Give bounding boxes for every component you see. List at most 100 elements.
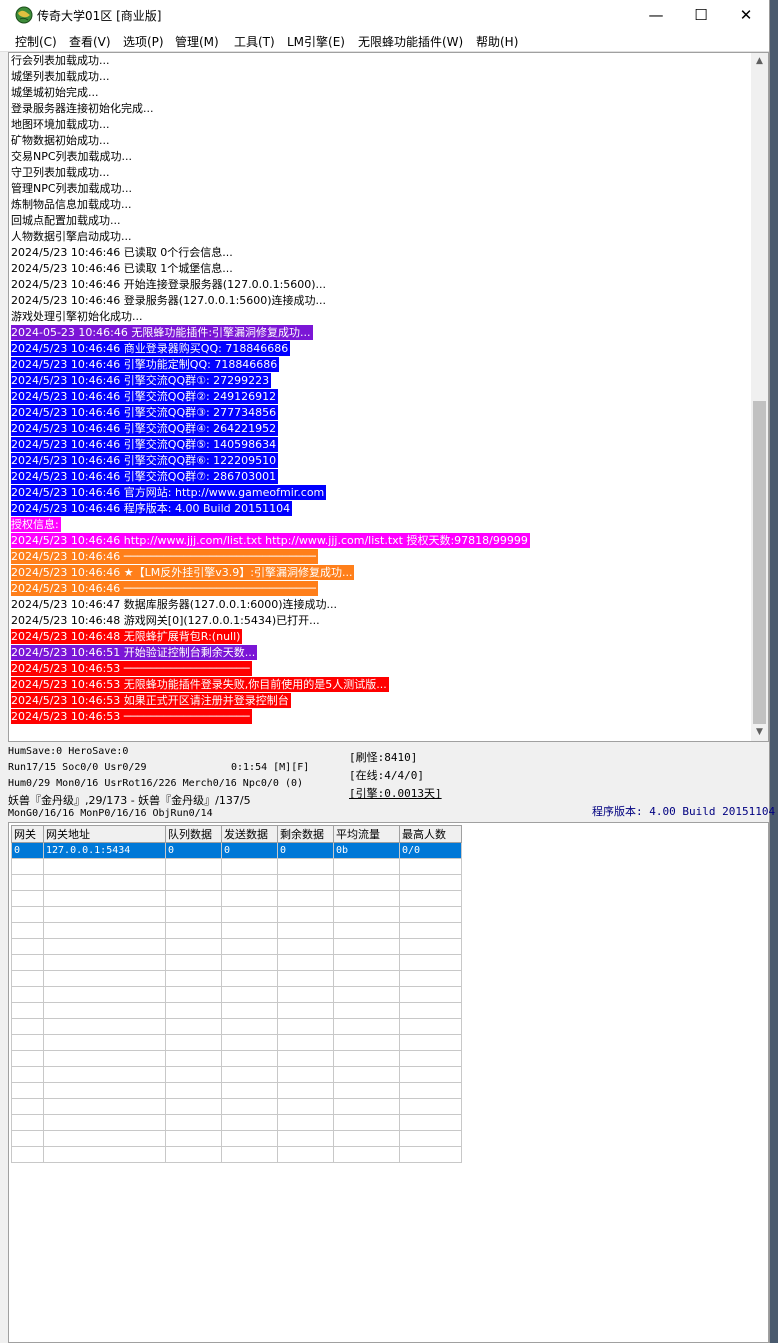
column-header[interactable]: 网关地址 [43, 825, 166, 843]
empty-row [11, 1114, 462, 1131]
title-bar[interactable]: 传奇大学01区 [商业版] — ☐ ✕ [0, 0, 769, 31]
empty-cell [165, 922, 222, 939]
log-line-text: 2024/5/23 10:46:46 引擎交流QQ群⑤: 140598634 [11, 437, 279, 452]
log-line-text: 2024/5/23 10:46:46 程序版本: 4.00 Build 2015… [11, 501, 293, 516]
empty-cell [277, 1018, 334, 1035]
empty-cell [165, 906, 222, 923]
log-line: 2024/5/23 10:46:46 官方网站: http://www.game… [11, 485, 756, 501]
log-line: 人物数据引擎启动成功... [11, 229, 756, 245]
menu-manage[interactable]: 管理(M) [175, 33, 219, 50]
log-line-text: 人物数据引擎启动成功... [11, 230, 132, 243]
log-line: 2024/5/23 10:46:53 如果正式开区请注册并登录控制台 [11, 693, 756, 709]
scroll-thumb[interactable] [753, 401, 766, 724]
empty-cell [399, 1146, 462, 1163]
log-line: 2024/5/23 10:46:46 ─────────────────────… [11, 581, 756, 597]
log-line-text: 城堡列表加载成功... [11, 70, 110, 83]
empty-cell [221, 1050, 278, 1067]
log-line: 守卫列表加载成功... [11, 165, 756, 181]
log-line-text: 2024/5/23 10:46:53 无限蜂功能插件登录失败,你目前使用的是5人… [11, 677, 389, 692]
status-run: Run17/15 Soc0/0 Usr0/29 [8, 762, 147, 773]
column-header[interactable]: 队列数据 [165, 825, 222, 843]
column-header[interactable]: 剩余数据 [277, 825, 334, 843]
empty-cell [165, 986, 222, 1003]
menu-tools[interactable]: 工具(T) [234, 33, 275, 50]
empty-row [11, 1050, 462, 1067]
empty-cell [43, 1018, 166, 1035]
empty-cell [43, 1146, 166, 1163]
empty-cell [277, 1034, 334, 1051]
menu-options[interactable]: 选项(P) [123, 33, 164, 50]
log-line-text: 2024/5/23 10:46:46 ─────────────────────… [11, 549, 318, 564]
empty-cell [165, 1114, 222, 1131]
gateway-header-row: 网关 网关地址 队列数据 发送数据 剩余数据 平均流量 最高人数 [11, 825, 462, 843]
close-button[interactable]: ✕ [723, 0, 769, 31]
empty-cell [11, 890, 44, 907]
empty-cell [11, 970, 44, 987]
status-time: 0:1:54 [M][F] [231, 762, 310, 773]
empty-row [11, 986, 462, 1003]
log-scrollbar[interactable]: ▲ ▼ [751, 53, 768, 741]
log-line: 2024/5/23 10:46:46 引擎功能定制QQ: 718846686 [11, 357, 756, 373]
log-line-text: 交易NPC列表加载成功... [11, 150, 133, 163]
log-line-text: 2024/5/23 10:46:53 ─────────────────── [11, 709, 252, 724]
log-line-text: 2024/5/23 10:46:46 引擎交流QQ群⑥: 122209510 [11, 453, 279, 468]
log-line-text: 地图环境加载成功... [11, 118, 110, 131]
scroll-up-arrow-icon[interactable]: ▲ [751, 53, 768, 70]
gateway-cell: 0 [11, 842, 44, 859]
column-header[interactable]: 最高人数 [399, 825, 462, 843]
empty-cell [11, 986, 44, 1003]
empty-cell [43, 938, 166, 955]
empty-cell [399, 1130, 462, 1147]
empty-cell [399, 1082, 462, 1099]
empty-cell [11, 922, 44, 939]
log-line: 2024/5/23 10:46:46 商业登录器购买QQ: 718846686 [11, 341, 756, 357]
menu-view[interactable]: 查看(V) [69, 33, 111, 50]
column-header[interactable]: 网关 [11, 825, 44, 843]
empty-cell [333, 1066, 400, 1083]
empty-cell [277, 1066, 334, 1083]
status-refresh: [刷怪:8410] [349, 751, 418, 764]
log-line-text: 2024/5/23 10:46:48 游戏网关[0](127.0.0.1:543… [11, 614, 320, 627]
gateway-grid[interactable]: 网关 网关地址 队列数据 发送数据 剩余数据 平均流量 最高人数 0 127.0.0.1:54… [8, 822, 769, 1343]
menu-help[interactable]: 帮助(H) [476, 33, 518, 50]
scroll-down-arrow-icon[interactable]: ▼ [751, 724, 768, 741]
empty-cell [165, 1050, 222, 1067]
minimize-button[interactable]: — [633, 0, 679, 31]
log-textarea[interactable]: 行会列表加载成功... 城堡列表加载成功... 城堡城初始完成... 登录服务器连接初… [8, 52, 769, 742]
empty-cell [221, 1018, 278, 1035]
empty-cell [221, 922, 278, 939]
app-globe-icon [15, 6, 33, 24]
empty-cell [399, 922, 462, 939]
status-version: 程序版本: 4.00 Build 20151104 [592, 805, 776, 818]
empty-row [11, 1066, 462, 1083]
empty-cell [165, 1002, 222, 1019]
log-line-text: 2024/5/23 10:46:46 ★【LM反外挂引擎v3.9】:引擎漏洞修复… [11, 565, 355, 580]
log-line: 登录服务器连接初始化完成... [11, 101, 756, 117]
maximize-button[interactable]: ☐ [678, 0, 724, 31]
empty-row [11, 1034, 462, 1051]
gateway-cell: 0b [333, 842, 400, 859]
log-line-text: 2024/5/23 10:46:46 已读取 0个行会信息... [11, 246, 233, 259]
empty-cell [11, 1146, 44, 1163]
log-line: 2024/5/23 10:46:46 引擎交流QQ群⑦: 286703001 [11, 469, 756, 485]
empty-cell [399, 938, 462, 955]
menu-control[interactable]: 控制(C) [15, 33, 57, 50]
menu-plugin[interactable]: 无限蜂功能插件(W) [358, 33, 463, 50]
empty-cell [333, 874, 400, 891]
empty-cell [333, 1146, 400, 1163]
empty-cell [11, 906, 44, 923]
log-line: 游戏处理引擎初始化成功... [11, 309, 756, 325]
empty-cell [221, 970, 278, 987]
log-line-text: 2024/5/23 10:46:53 如果正式开区请注册并登录控制台 [11, 693, 291, 708]
column-header[interactable]: 平均流量 [333, 825, 400, 843]
empty-cell [277, 1130, 334, 1147]
log-line: 2024/5/23 10:46:53 ─────────────────── [11, 709, 756, 725]
column-header[interactable]: 发送数据 [221, 825, 278, 843]
empty-cell [277, 906, 334, 923]
log-line: 交易NPC列表加载成功... [11, 149, 756, 165]
empty-cell [277, 1114, 334, 1131]
empty-cell [43, 1082, 166, 1099]
gateway-row[interactable]: 0 127.0.0.1:5434 0 0 0 0b 0/0 [11, 842, 462, 859]
menu-lm-engine[interactable]: LM引擎(E) [287, 33, 345, 50]
log-line: 2024-05-23 10:46:46 无限蜂功能插件:引擎漏洞修复成功... [11, 325, 756, 341]
